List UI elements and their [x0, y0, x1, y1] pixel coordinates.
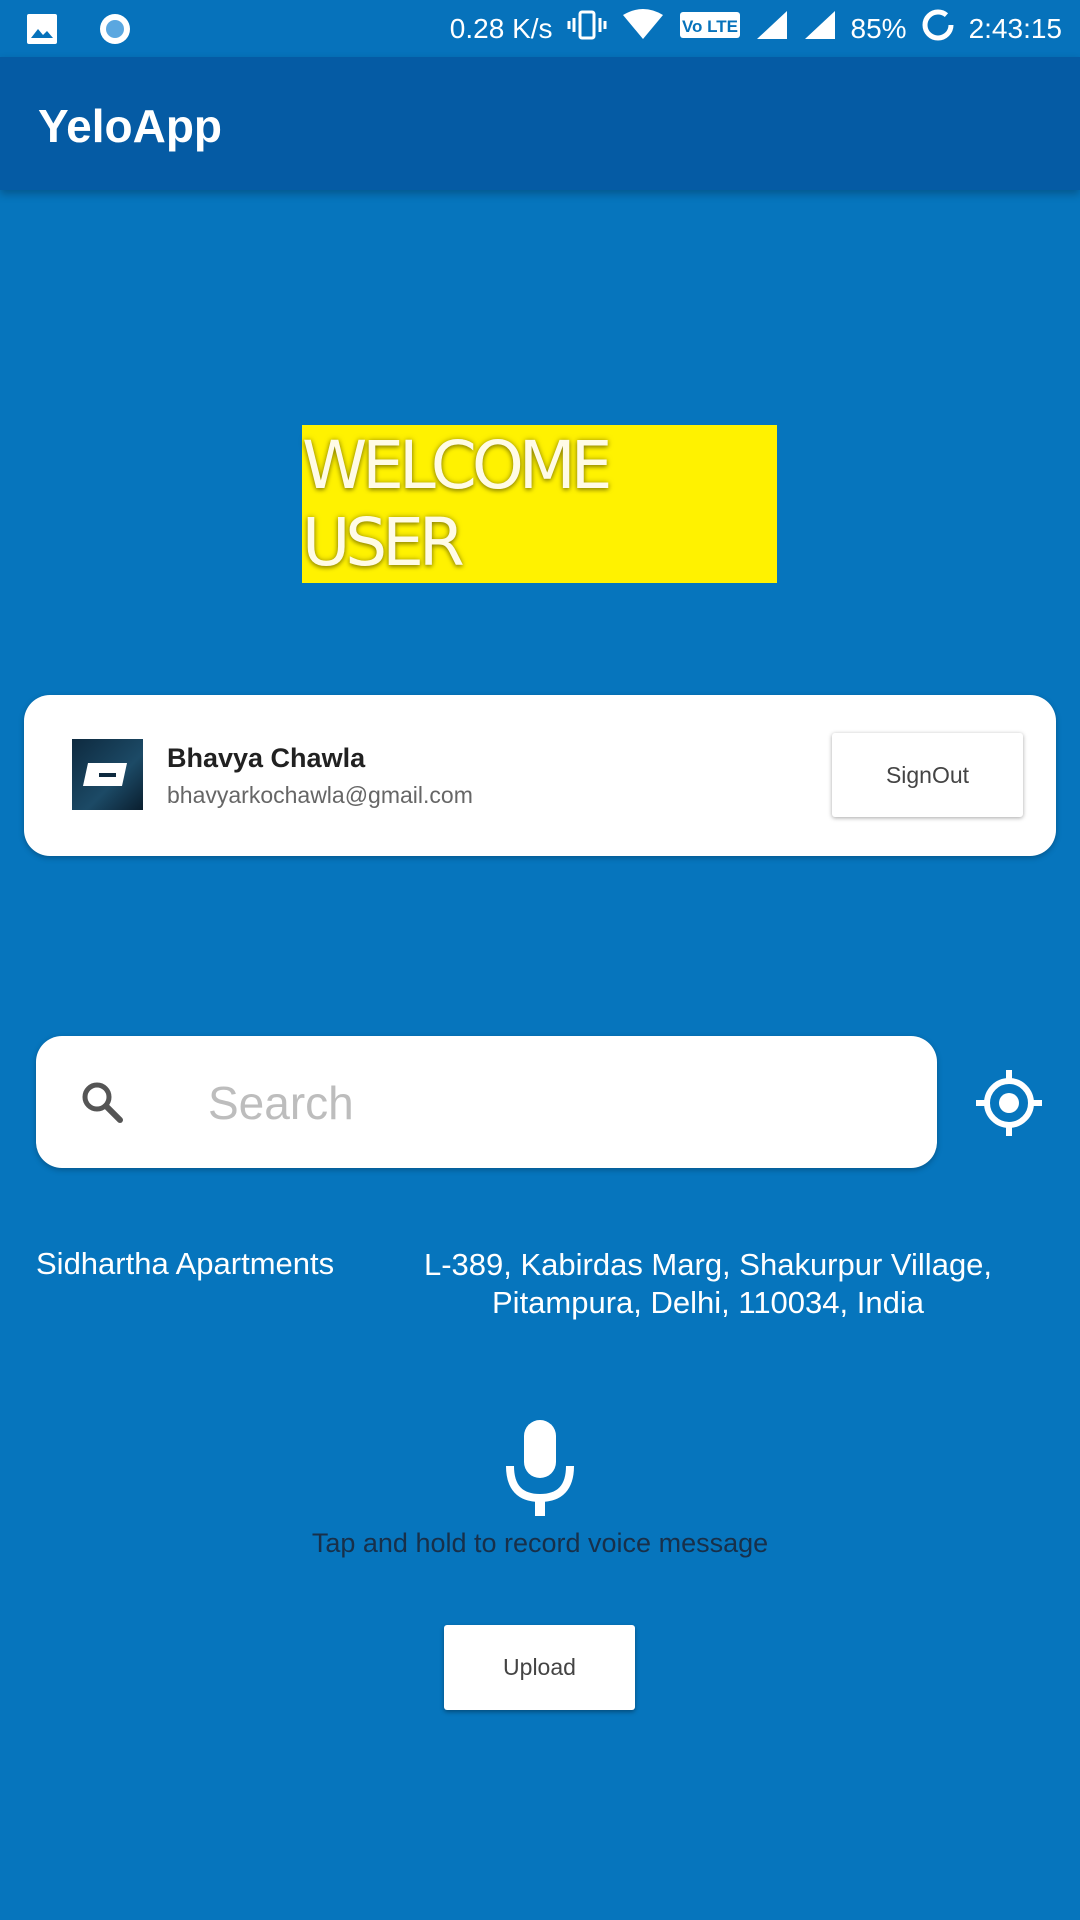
- record-voice-button[interactable]: [500, 1418, 580, 1518]
- crosshair-location-icon: [976, 1070, 1042, 1136]
- volte-icon: Vo LTE: [679, 10, 741, 47]
- place-address: L-389, Kabirdas Marg, Shakurpur Village,…: [423, 1247, 993, 1320]
- welcome-banner: WELCOME USER: [302, 425, 777, 583]
- app-bar: YeloApp: [0, 57, 1080, 190]
- avatar-logo-icon: [83, 763, 127, 786]
- status-bar: 0.28 K/s Vo LTE 85% 2:43:15: [0, 0, 1080, 57]
- svg-text:Vo LTE: Vo LTE: [682, 17, 738, 36]
- profile-card: Bhavya Chawla bhavyarkochawla@gmail.com …: [24, 695, 1056, 856]
- signal-strength-icon: [755, 9, 789, 48]
- app-title: YeloApp: [38, 100, 223, 152]
- place-name: Sidhartha Apartments: [36, 1246, 335, 1281]
- upload-button[interactable]: Upload: [444, 1625, 635, 1710]
- search-icon: [80, 1080, 124, 1129]
- battery-percent: 85%: [850, 12, 907, 44]
- avatar: [72, 739, 143, 810]
- signal-strength-2-icon: [803, 9, 837, 48]
- signout-button[interactable]: SignOut: [832, 733, 1023, 817]
- microphone-icon: [506, 1420, 574, 1516]
- app-notification-icon: [98, 12, 132, 51]
- profile-email: bhavyarkochawla@gmail.com: [167, 782, 473, 808]
- welcome-text: WELCOME USER: [302, 427, 612, 581]
- clock: 2:43:15: [968, 12, 1062, 44]
- profile-name: Bhavya Chawla: [167, 743, 366, 773]
- wifi-icon: [621, 9, 665, 48]
- search-box[interactable]: [36, 1036, 937, 1168]
- vibrate-icon: [567, 10, 607, 47]
- my-location-button[interactable]: [974, 1068, 1044, 1138]
- gallery-notification-icon: [26, 13, 58, 50]
- battery-icon: [921, 8, 955, 49]
- network-speed: 0.28 K/s: [449, 12, 553, 44]
- search-input[interactable]: [206, 1064, 890, 1142]
- voice-hint: Tap and hold to record voice message: [311, 1528, 769, 1558]
